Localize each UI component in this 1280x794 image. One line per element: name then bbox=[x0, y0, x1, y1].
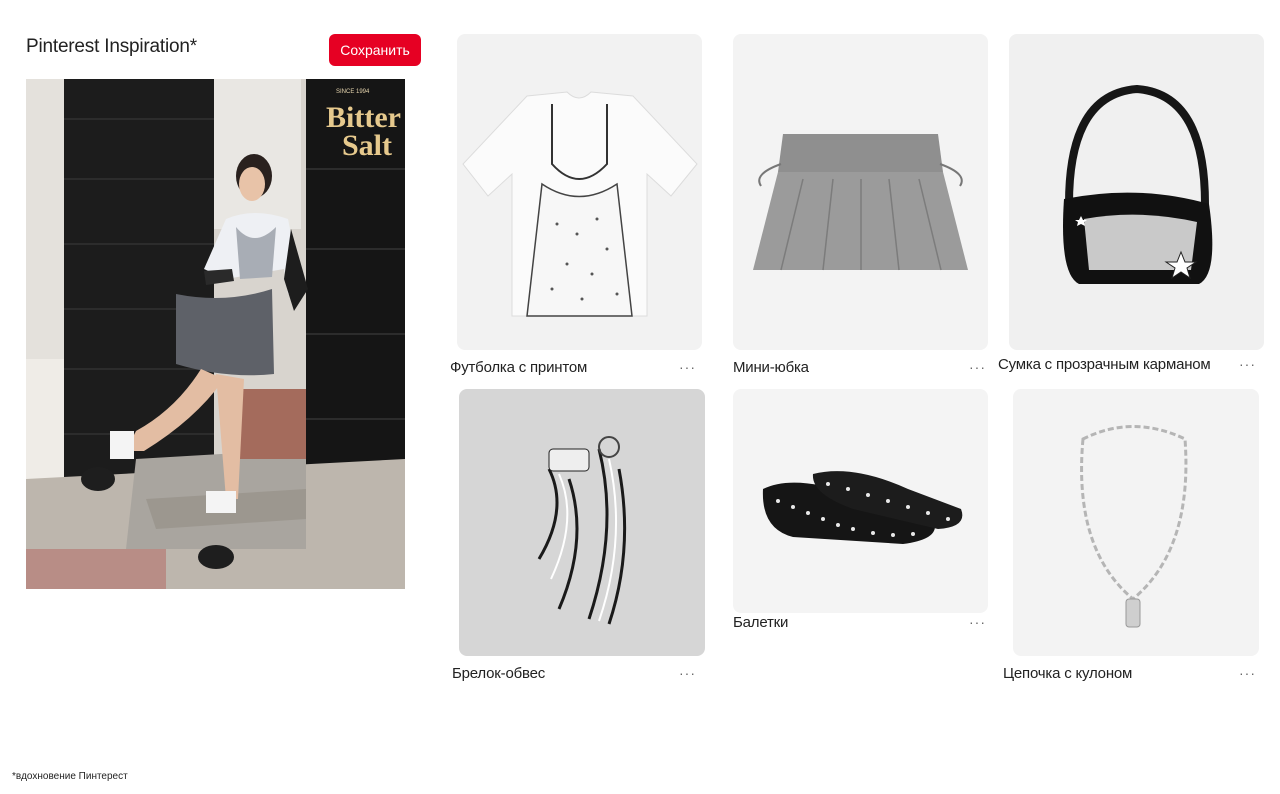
product-card-charm[interactable]: Брелок-обвес ··· bbox=[452, 389, 707, 689]
svg-text:Salt: Salt bbox=[342, 129, 392, 162]
product-card-bag[interactable]: Сумка с прозрачным карманом ··· bbox=[998, 34, 1268, 384]
product-card-tshirt[interactable]: Футболка с принтом ··· bbox=[450, 34, 705, 384]
footnote: *вдохновение Пинтерест bbox=[12, 771, 128, 782]
more-options-icon[interactable]: ··· bbox=[969, 359, 986, 375]
product-image-bag[interactable] bbox=[1009, 34, 1264, 350]
product-image-necklace[interactable] bbox=[1013, 389, 1259, 656]
product-card-skirt[interactable]: Мини-юбка ··· bbox=[733, 34, 988, 384]
save-button[interactable]: Сохранить bbox=[329, 34, 421, 66]
product-image-charm[interactable] bbox=[459, 389, 705, 656]
more-options-icon[interactable]: ··· bbox=[1239, 356, 1256, 372]
more-options-icon[interactable]: ··· bbox=[969, 614, 986, 630]
product-card-necklace[interactable]: Цепочка с кулоном ··· bbox=[1003, 389, 1263, 689]
svg-text:SINCE 1994: SINCE 1994 bbox=[336, 89, 370, 95]
product-label[interactable]: Мини-юбка bbox=[733, 359, 809, 376]
product-card-flats[interactable]: Балетки ··· bbox=[733, 389, 988, 639]
inspiration-photo[interactable]: SINCE 1994 Bitter Salt bbox=[26, 79, 405, 589]
product-label[interactable]: Футболка с принтом bbox=[450, 359, 587, 376]
product-label[interactable]: Цепочка с кулоном bbox=[1003, 665, 1132, 682]
product-label[interactable]: Балетки bbox=[733, 614, 788, 631]
product-image-skirt[interactable] bbox=[733, 34, 988, 350]
product-label[interactable]: Брелок-обвес bbox=[452, 665, 545, 682]
board-title: Pinterest Inspiration* bbox=[26, 36, 197, 57]
more-options-icon[interactable]: ··· bbox=[679, 359, 696, 375]
product-image-tshirt[interactable] bbox=[457, 34, 702, 350]
product-label[interactable]: Сумка с прозрачным карманом bbox=[998, 356, 1211, 373]
more-options-icon[interactable]: ··· bbox=[1239, 665, 1256, 681]
product-image-flats[interactable] bbox=[733, 389, 988, 613]
more-options-icon[interactable]: ··· bbox=[679, 665, 696, 681]
